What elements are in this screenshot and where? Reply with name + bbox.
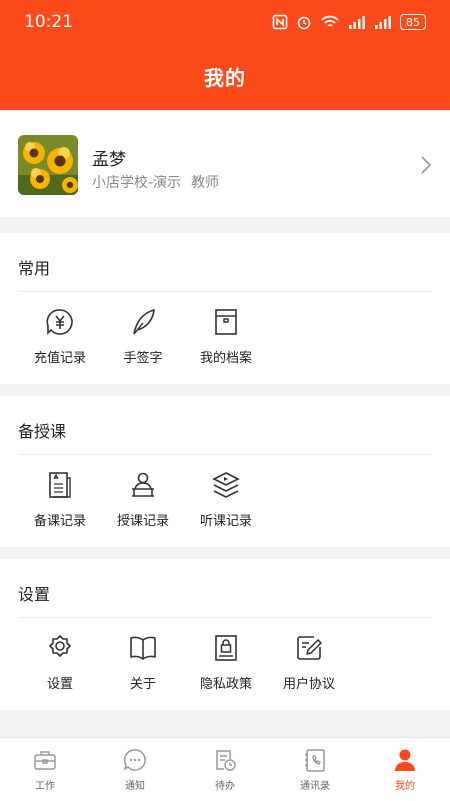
teaching-records-button[interactable]: 授课记录	[101, 455, 185, 547]
archive-icon	[215, 309, 237, 335]
tab-contacts-label: 通讯录	[300, 781, 330, 792]
bottom-tab-bar: 工作 通知 待办 通讯录 我的	[0, 737, 450, 801]
teaching-records-label: 授课记录	[116, 514, 169, 529]
recharge-records-button[interactable]: 充值记录	[18, 292, 102, 384]
settings-button[interactable]: 设置	[18, 618, 102, 710]
my-archive-label: 我的档案	[199, 351, 252, 366]
profile-card[interactable]: 孟梦 小店学校-演示 教师	[0, 111, 450, 217]
settings-label: 设置	[46, 677, 73, 692]
header-bar: 10:21 85 我的	[0, 0, 450, 110]
status-time: 10:21	[24, 12, 73, 32]
profile-name: 孟梦	[92, 150, 126, 170]
section-title-lessons: 备授课	[18, 422, 67, 441]
hand-signature-label: 手签字	[123, 351, 163, 366]
avatar	[18, 135, 78, 195]
profile-school: 小店学校-演示	[92, 175, 182, 191]
page-title: 我的	[204, 66, 246, 90]
wifi-icon	[321, 15, 339, 27]
lesson-prep-records-label: 备课记录	[33, 514, 86, 529]
privacy-policy-label: 隐私政策	[199, 677, 252, 692]
profile-role: 教师	[191, 175, 220, 191]
yuan-icon	[46, 309, 73, 335]
grid-common: 充值记录 手签字 我的档案	[0, 292, 450, 384]
nfc-icon	[272, 14, 288, 30]
tab-todo-label: 待办	[215, 781, 235, 792]
tab-mine-label: 我的	[395, 781, 415, 792]
contacts-icon	[305, 749, 325, 772]
lesson-prep-records-button[interactable]: 备课记录	[18, 455, 102, 547]
tab-mine[interactable]: 我的	[360, 738, 450, 801]
section-title-settings: 设置	[18, 585, 51, 604]
user-icon	[395, 749, 415, 771]
about-label: 关于	[129, 677, 156, 692]
chevron-right-icon	[421, 156, 432, 174]
section-title-common: 常用	[18, 259, 51, 278]
grid-lessons: 备课记录 授课记录 听课记录	[0, 455, 450, 547]
alarm-icon	[297, 16, 311, 30]
briefcase-icon	[34, 751, 56, 770]
gear-icon	[49, 635, 71, 657]
tab-contacts[interactable]: 通讯录	[270, 738, 360, 801]
grid-settings: 设置 关于 隐私政策 用户协议	[0, 618, 450, 710]
hand-signature-button[interactable]: 手签字	[101, 292, 185, 384]
tab-work-label: 工作	[35, 781, 55, 792]
status-icons: 85	[272, 14, 426, 30]
user-agreement-button[interactable]: 用户协议	[267, 618, 351, 710]
tab-notice-label: 通知	[125, 781, 145, 792]
lock-doc-icon	[215, 635, 237, 661]
teacher-icon	[132, 472, 154, 497]
section-settings: 设置 设置 关于 隐私政策 用户协议	[0, 559, 450, 710]
sunflower-avatar-image	[18, 135, 78, 195]
feather-icon	[133, 308, 155, 335]
recharge-records-label: 充值记录	[33, 351, 86, 366]
signal-icon-1	[349, 16, 365, 29]
layers-play-icon	[212, 472, 240, 498]
tab-notice[interactable]: 通知	[90, 738, 180, 801]
signal-icon-2	[375, 16, 391, 29]
status-bar: 10:21 85	[0, 0, 450, 44]
user-agreement-label: 用户协议	[282, 677, 335, 692]
observation-records-label: 听课记录	[199, 514, 252, 529]
my-archive-button[interactable]: 我的档案	[184, 292, 268, 384]
todo-icon	[216, 750, 236, 771]
chat-icon	[123, 749, 146, 771]
battery-indicator: 85	[400, 14, 426, 30]
tab-todo[interactable]: 待办	[180, 738, 270, 801]
profile-subline: 小店学校-演示 教师	[92, 172, 219, 192]
section-lessons: 备授课 备课记录 授课记录 听课记录	[0, 396, 450, 547]
observation-records-button[interactable]: 听课记录	[184, 455, 268, 547]
book-icon	[130, 636, 156, 660]
edit-doc-icon	[297, 636, 322, 660]
section-common: 常用 充值记录 手签字 我的档案	[0, 233, 450, 384]
tab-work[interactable]: 工作	[0, 738, 90, 801]
privacy-policy-button[interactable]: 隐私政策	[184, 618, 268, 710]
about-button[interactable]: 关于	[101, 618, 185, 710]
lesson-doc-icon	[49, 472, 71, 498]
